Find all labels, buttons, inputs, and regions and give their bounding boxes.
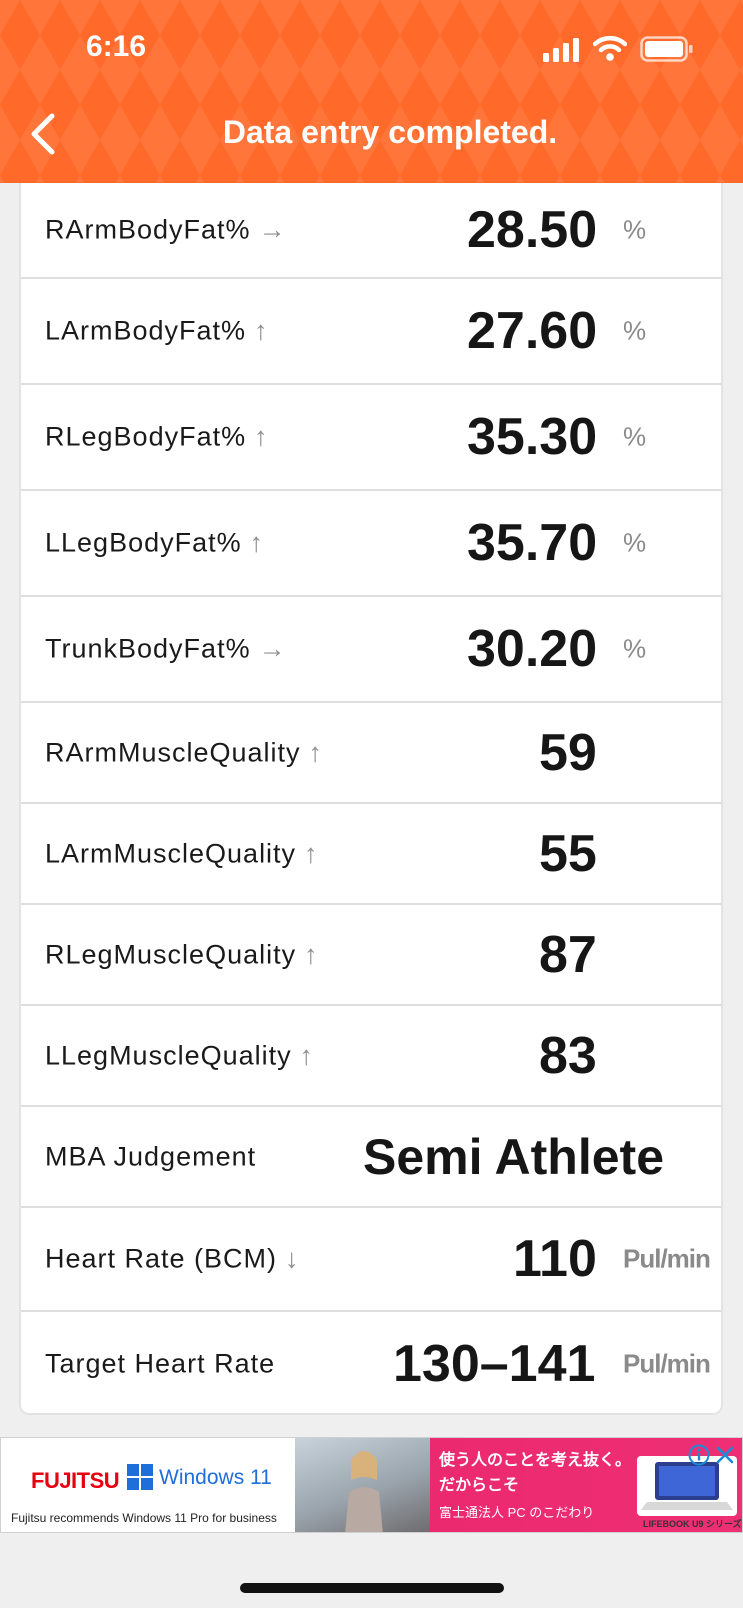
home-indicator[interactable] xyxy=(240,1583,504,1593)
trend-up-arrow-icon: ↑ xyxy=(249,527,265,558)
windows-label: Windows 11 xyxy=(159,1466,272,1489)
row-value: Semi Athlete xyxy=(363,1128,665,1185)
row-value: 130–141 xyxy=(393,1334,596,1393)
results-card: RArmBodyFat% → 28.50 % LArmBodyFat% ↑ 27.6… xyxy=(19,183,723,1415)
status-time: 6:16 xyxy=(86,30,147,63)
row-target-heart-rate: Target Heart Rate 130–141 Pul/min xyxy=(21,1312,721,1415)
trend-up-arrow-icon: ↑ xyxy=(299,1040,315,1070)
row-rarm-muscle-quality: RArmMuscleQuality ↑ 59 xyxy=(21,703,721,804)
ad-banner[interactable]: FUJITSU Windows 11 Fujitsu recommends Wi… xyxy=(0,1437,743,1533)
row-trunk-bodyfat: TrunkBodyFat% → 30.20 % xyxy=(21,597,721,703)
row-unit: % xyxy=(623,214,647,245)
app-header: 6:16 Data entry completed. xyxy=(0,0,743,183)
row-label: TrunkBodyFat% → xyxy=(45,633,287,664)
row-label: RArmMuscleQuality ↑ xyxy=(45,737,324,767)
ad-left-panel: FUJITSU Windows 11 Fujitsu recommends Wi… xyxy=(1,1438,295,1532)
ad-info-icon[interactable] xyxy=(688,1444,710,1466)
row-larm-muscle-quality: LArmMuscleQuality ↑ 55 xyxy=(21,804,721,905)
trend-up-arrow-icon: ↑ xyxy=(304,939,319,969)
ad-copy-line1: 使う人のことを考え抜く。 xyxy=(439,1452,632,1469)
row-unit: % xyxy=(623,315,647,346)
trend-up-arrow-icon: ↑ xyxy=(254,315,269,346)
row-label: RLegBodyFat% ↑ xyxy=(45,421,269,452)
trend-down-arrow-icon: ↓ xyxy=(285,1243,300,1274)
row-value: 27.60 xyxy=(467,302,598,360)
row-label: Heart Rate (BCM) ↓ xyxy=(45,1243,300,1274)
wifi-icon xyxy=(593,35,627,61)
row-label: LLegBodyFat% ↑ xyxy=(45,527,265,558)
ad-close-icon[interactable] xyxy=(714,1444,736,1466)
fujitsu-logo: FUJITSU xyxy=(31,1468,120,1493)
row-value: 55 xyxy=(539,824,597,883)
status-bar: 6:16 xyxy=(0,0,743,100)
row-label: RLegMuscleQuality ↑ xyxy=(45,939,319,969)
row-value: 28.50 xyxy=(467,201,598,259)
row-label: LArmMuscleQuality ↑ xyxy=(45,838,319,868)
row-lleg-bodyfat: LLegBodyFat% ↑ 35.70 % xyxy=(21,491,721,597)
row-label: LArmBodyFat% ↑ xyxy=(45,315,269,346)
person-image-icon xyxy=(345,1451,383,1532)
trend-up-arrow-icon: ↑ xyxy=(304,838,319,868)
trend-up-arrow-icon: ↑ xyxy=(254,421,269,452)
back-chevron-icon[interactable] xyxy=(22,108,66,160)
row-value: 59 xyxy=(539,723,597,782)
row-value: 83 xyxy=(539,1026,597,1085)
row-label: LLegMuscleQuality ↑ xyxy=(45,1040,315,1070)
row-label: RArmBodyFat% → xyxy=(45,214,287,245)
row-lleg-muscle-quality: LLegMuscleQuality ↑ 83 xyxy=(21,1006,721,1107)
page-title: Data entry completed. xyxy=(222,114,558,150)
row-value: 35.30 xyxy=(467,408,598,466)
trend-up-arrow-icon: ↑ xyxy=(308,737,324,767)
row-larm-bodyfat: LArmBodyFat% ↑ 27.60 % xyxy=(21,279,721,385)
trend-right-arrow-icon: → xyxy=(258,633,287,664)
row-unit: % xyxy=(623,527,647,558)
row-mba-judgement: MBA Judgement Semi Athlete xyxy=(21,1107,721,1208)
row-unit: Pul/min xyxy=(623,1348,711,1378)
row-value: 110 xyxy=(513,1230,597,1288)
row-unit: Pul/min xyxy=(623,1243,711,1274)
trend-right-arrow-icon: → xyxy=(258,214,287,245)
ad-product-name: LIFEBOOK U9 シリーズ xyxy=(643,1519,742,1529)
ad-copy-line2: だからこそ xyxy=(439,1477,520,1494)
row-value: 35.70 xyxy=(467,514,598,572)
cellular-signal-icon xyxy=(543,38,579,62)
ad-tagline: Fujitsu recommends Windows 11 Pro for bu… xyxy=(11,1511,277,1525)
row-value: 87 xyxy=(539,925,597,984)
row-rleg-muscle-quality: RLegMuscleQuality ↑ 87 xyxy=(21,905,721,1006)
row-heart-rate: Heart Rate (BCM) ↓ 110 Pul/min xyxy=(21,1208,721,1312)
row-label: MBA Judgement xyxy=(45,1141,257,1171)
battery-icon xyxy=(640,36,693,62)
row-value: 30.20 xyxy=(467,620,598,678)
row-label: Target Heart Rate xyxy=(45,1348,276,1378)
row-rleg-bodyfat: RLegBodyFat% ↑ 35.30 % xyxy=(21,385,721,491)
ad-copy-line3: 富士通法人 PC のこだわり xyxy=(439,1505,595,1520)
row-unit: % xyxy=(623,633,647,664)
row-rarm-bodyfat: RArmBodyFat% → 28.50 % xyxy=(21,183,721,279)
row-unit: % xyxy=(623,421,647,452)
windows-logo-icon xyxy=(127,1464,153,1490)
